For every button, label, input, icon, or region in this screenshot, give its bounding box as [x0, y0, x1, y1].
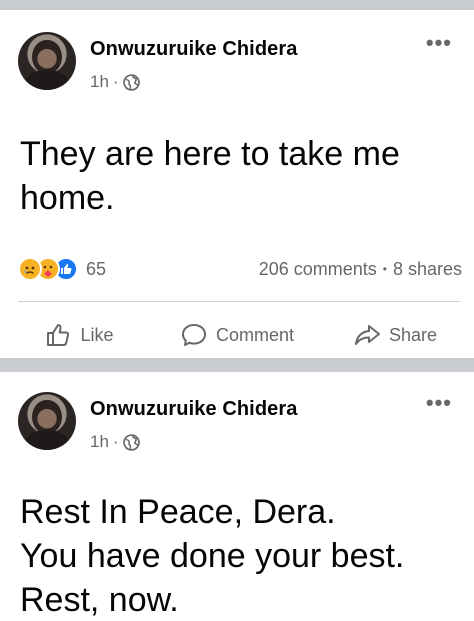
- post-time[interactable]: 1h: [90, 72, 109, 92]
- like-label: Like: [80, 324, 114, 345]
- post-text: Rest In Peace, Dera. You have done your …: [0, 490, 424, 621]
- post-header: Onwuzuruike Chidera 1h · •••: [0, 10, 474, 92]
- engagement-stats: 65 206 comments • 8 shares: [18, 256, 462, 282]
- author-name[interactable]: Onwuzuruike Chidera: [90, 398, 298, 421]
- more-options-icon[interactable]: •••: [426, 32, 452, 54]
- thumbs-up-icon: [47, 324, 70, 346]
- reactions-summary[interactable]: 65: [18, 257, 106, 281]
- comment-icon: [181, 324, 206, 346]
- post-text: They are here to take me home.: [0, 132, 420, 220]
- post-text-line: home.: [20, 179, 115, 217]
- share-button[interactable]: Share: [316, 321, 474, 349]
- count-separator: •: [382, 262, 387, 276]
- like-button[interactable]: Like: [0, 321, 158, 349]
- comments-count[interactable]: 206 comments: [259, 259, 377, 280]
- comment-button[interactable]: Comment: [158, 321, 316, 349]
- post-actions: Like Comment Share: [0, 315, 474, 355]
- post-card-1: Onwuzuruike Chidera 1h · ••• They are he…: [0, 10, 474, 358]
- comment-label: Comment: [215, 324, 295, 345]
- post-meta: 1h ·: [90, 72, 140, 92]
- globe-icon: [122, 73, 140, 91]
- globe-icon: [122, 433, 140, 451]
- avatar[interactable]: [18, 392, 76, 450]
- more-options-icon[interactable]: •••: [426, 392, 452, 414]
- post-text-line: They are here to take me: [20, 135, 400, 173]
- post-time[interactable]: 1h: [90, 432, 109, 452]
- author-name[interactable]: Onwuzuruike Chidera: [90, 38, 298, 61]
- actions-divider: [18, 301, 460, 302]
- post-separator: [0, 358, 474, 372]
- post-text-line: Rest, now.: [20, 581, 179, 619]
- post-meta: 1h ·: [90, 432, 140, 452]
- top-separator: [0, 0, 474, 10]
- comment-share-counts: 206 comments • 8 shares: [259, 259, 462, 280]
- meta-dot: ·: [112, 432, 119, 451]
- avatar[interactable]: [18, 32, 76, 90]
- sad-reaction-icon: [18, 257, 42, 281]
- share-icon: [354, 325, 380, 345]
- post-header: Onwuzuruike Chidera 1h · •••: [0, 372, 474, 452]
- post-text-line: You have done your best.: [20, 537, 405, 575]
- meta-dot: ·: [112, 72, 119, 91]
- post-card-2: Onwuzuruike Chidera 1h · ••• Rest In Pea…: [0, 372, 474, 621]
- post-text-line: Rest In Peace, Dera.: [20, 493, 336, 531]
- shares-count[interactable]: 8 shares: [393, 259, 462, 280]
- reaction-count[interactable]: 65: [86, 259, 106, 280]
- share-label: Share: [388, 324, 438, 345]
